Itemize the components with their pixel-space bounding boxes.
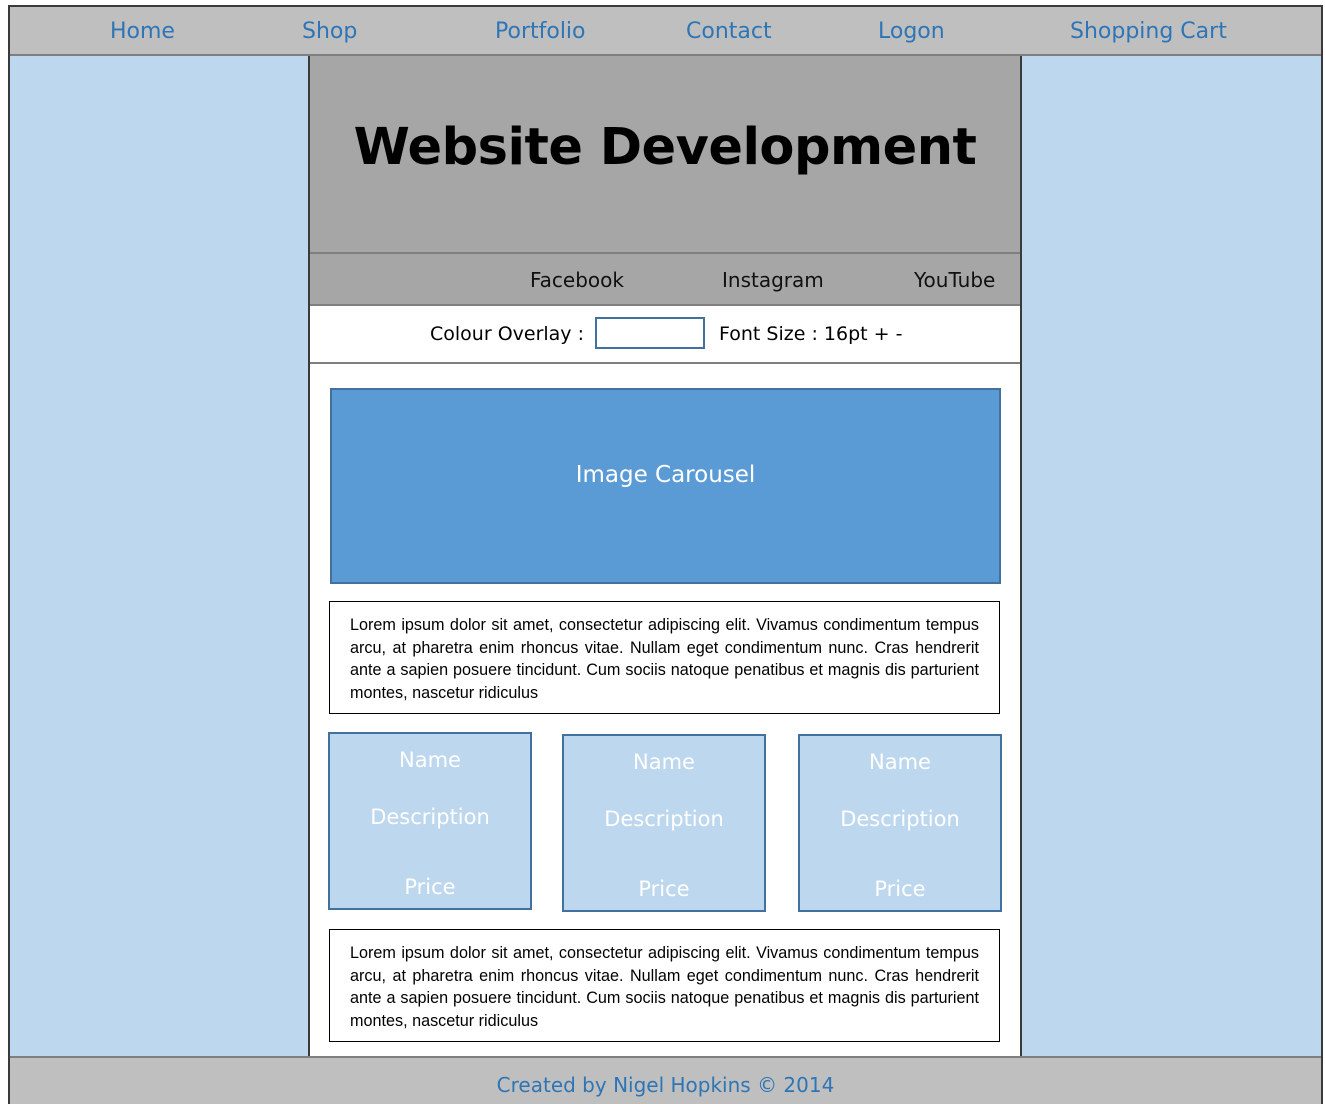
- product-description: Description: [370, 805, 490, 829]
- social-link-facebook[interactable]: Facebook: [530, 268, 624, 292]
- product-price: Price: [404, 875, 456, 899]
- product-card[interactable]: Name Description Price: [328, 732, 532, 910]
- site-footer: Created by Nigel Hopkins © 2014: [10, 1056, 1321, 1104]
- nav-link-home[interactable]: Home: [110, 19, 175, 44]
- page-frame: Home Shop Portfolio Contact Logon Shoppi…: [8, 5, 1323, 1104]
- colour-overlay-label: Colour Overlay :: [430, 323, 584, 345]
- nav-link-shop[interactable]: Shop: [302, 19, 357, 44]
- social-links-bar: Facebook Instagram YouTube: [310, 254, 1020, 306]
- nav-link-logon[interactable]: Logon: [878, 19, 945, 44]
- font-size-control[interactable]: Font Size : 16pt + -: [719, 323, 902, 345]
- colour-overlay-input[interactable]: [595, 317, 705, 349]
- product-card[interactable]: Name Description Price: [798, 734, 1002, 912]
- main-content-column: Website Development Facebook Instagram Y…: [308, 56, 1022, 1059]
- site-header: Website Development: [310, 56, 1020, 254]
- top-navigation: Home Shop Portfolio Contact Logon Shoppi…: [10, 7, 1321, 56]
- product-name: Name: [633, 750, 695, 774]
- product-description: Description: [604, 807, 724, 831]
- product-name: Name: [869, 750, 931, 774]
- page-title: Website Development: [353, 118, 977, 177]
- secondary-text-block: Lorem ipsum dolor sit amet, consectetur …: [329, 929, 1000, 1042]
- product-price: Price: [874, 877, 926, 901]
- image-carousel[interactable]: Image Carousel: [330, 388, 1001, 584]
- social-link-youtube[interactable]: YouTube: [914, 268, 995, 292]
- social-link-instagram[interactable]: Instagram: [722, 268, 824, 292]
- product-description: Description: [840, 807, 960, 831]
- nav-link-portfolio[interactable]: Portfolio: [495, 19, 586, 44]
- intro-text-block: Lorem ipsum dolor sit amet, consectetur …: [329, 601, 1000, 714]
- nav-link-contact[interactable]: Contact: [686, 19, 772, 44]
- accessibility-toolbar: Colour Overlay : Font Size : 16pt + -: [310, 308, 1020, 364]
- nav-link-shopping-cart[interactable]: Shopping Cart: [1070, 19, 1227, 44]
- product-name: Name: [399, 748, 461, 772]
- product-price: Price: [638, 877, 690, 901]
- image-carousel-label: Image Carousel: [575, 462, 756, 488]
- product-card[interactable]: Name Description Price: [562, 734, 766, 912]
- footer-credit: Created by Nigel Hopkins © 2014: [496, 1073, 835, 1097]
